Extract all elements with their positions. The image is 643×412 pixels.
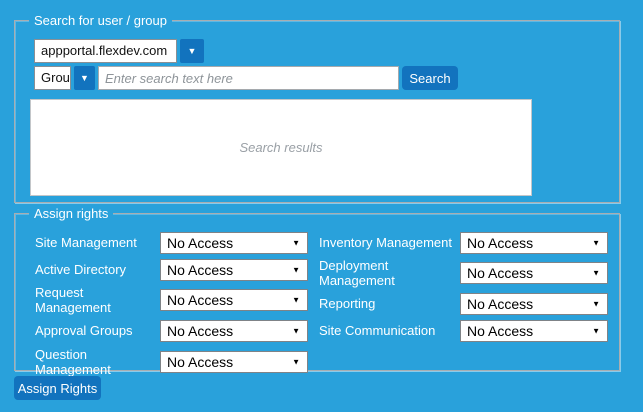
assign-rights-button[interactable]: Assign Rights [14,376,101,400]
select-value: No Access [167,233,233,253]
domain-combo-dropdown-button[interactable]: ▼ [180,39,204,63]
rights-row: Inventory Management No Access ▼ [319,231,608,254]
rights-label-request-management: Request Management [35,285,160,316]
chevron-down-icon: ▼ [80,73,89,83]
rights-row: Active Directory No Access ▼ [35,258,308,281]
select-value: No Access [467,233,533,253]
select-value: No Access [167,260,233,280]
rights-label-reporting: Reporting [319,296,460,311]
rights-label-site-management: Site Management [35,235,160,250]
select-value: No Access [467,294,533,314]
rights-label-active-directory: Active Directory [35,262,160,277]
chevron-down-icon: ▼ [292,296,300,305]
deployment-management-access-select[interactable]: No Access ▼ [460,262,608,284]
rights-row: Site Management No Access ▼ [35,231,308,254]
search-results-placeholder: Search results [239,140,322,155]
select-value: No Access [167,290,233,310]
search-type-combo-dropdown-button[interactable]: ▼ [74,66,95,90]
search-groupbox-legend: Search for user / group [29,12,172,29]
rights-row: Reporting No Access ▼ [319,293,608,316]
rights-column-right: Inventory ManagementNo Access▼Deployment… [319,231,608,347]
rights-row: Question Management No Access ▼ [35,347,308,378]
domain-combo-value[interactable]: appportal.flexdev.com [34,39,177,63]
chevron-down-icon: ▼ [292,265,300,274]
search-groupbox: Search for user / group appportal.flexde… [14,20,620,203]
rights-row: Request Management No Access ▼ [35,285,308,316]
chevron-down-icon: ▼ [292,357,300,366]
rights-label-site-communication: Site Communication [319,323,460,338]
chevron-down-icon: ▼ [592,269,600,278]
select-value: No Access [467,321,533,341]
rights-label-inventory-management: Inventory Management [319,235,460,250]
rights-label-approval-groups: Approval Groups [35,323,160,338]
search-input[interactable] [98,66,399,90]
chevron-down-icon: ▼ [292,327,300,336]
select-value: No Access [167,352,233,372]
inventory-management-access-select[interactable]: No Access ▼ [460,232,608,254]
rights-groupbox-legend: Assign rights [29,205,113,222]
question-management-access-select[interactable]: No Access ▼ [160,351,308,373]
site-communication-access-select[interactable]: No Access ▼ [460,320,608,342]
chevron-down-icon: ▼ [592,327,600,336]
rights-column-left: Site ManagementNo Access▼Active Director… [35,231,308,381]
rights-label-question-management: Question Management [35,347,160,378]
select-value: No Access [467,263,533,283]
search-button[interactable]: Search [402,66,458,90]
rights-row: Site Communication No Access ▼ [319,320,608,343]
request-management-access-select[interactable]: No Access ▼ [160,289,308,311]
search-results-list[interactable]: Search results [30,99,532,196]
chevron-down-icon: ▼ [592,238,600,247]
search-type-combo-value[interactable]: Group [34,66,71,90]
chevron-down-icon: ▼ [592,300,600,309]
assign-rights-panel: Search for user / group appportal.flexde… [0,0,643,412]
reporting-access-select[interactable]: No Access ▼ [460,293,608,315]
select-value: No Access [167,321,233,341]
approval-groups-access-select[interactable]: No Access ▼ [160,320,308,342]
chevron-down-icon: ▼ [188,46,197,56]
rights-groupbox: Assign rights Site ManagementNo Access▼A… [14,213,620,371]
active-directory-access-select[interactable]: No Access ▼ [160,259,308,281]
chevron-down-icon: ▼ [292,238,300,247]
site-management-access-select[interactable]: No Access ▼ [160,232,308,254]
rights-row: Deployment Management No Access ▼ [319,258,608,289]
rights-label-deployment-management: Deployment Management [319,258,460,289]
rights-row: Approval Groups No Access ▼ [35,320,308,343]
